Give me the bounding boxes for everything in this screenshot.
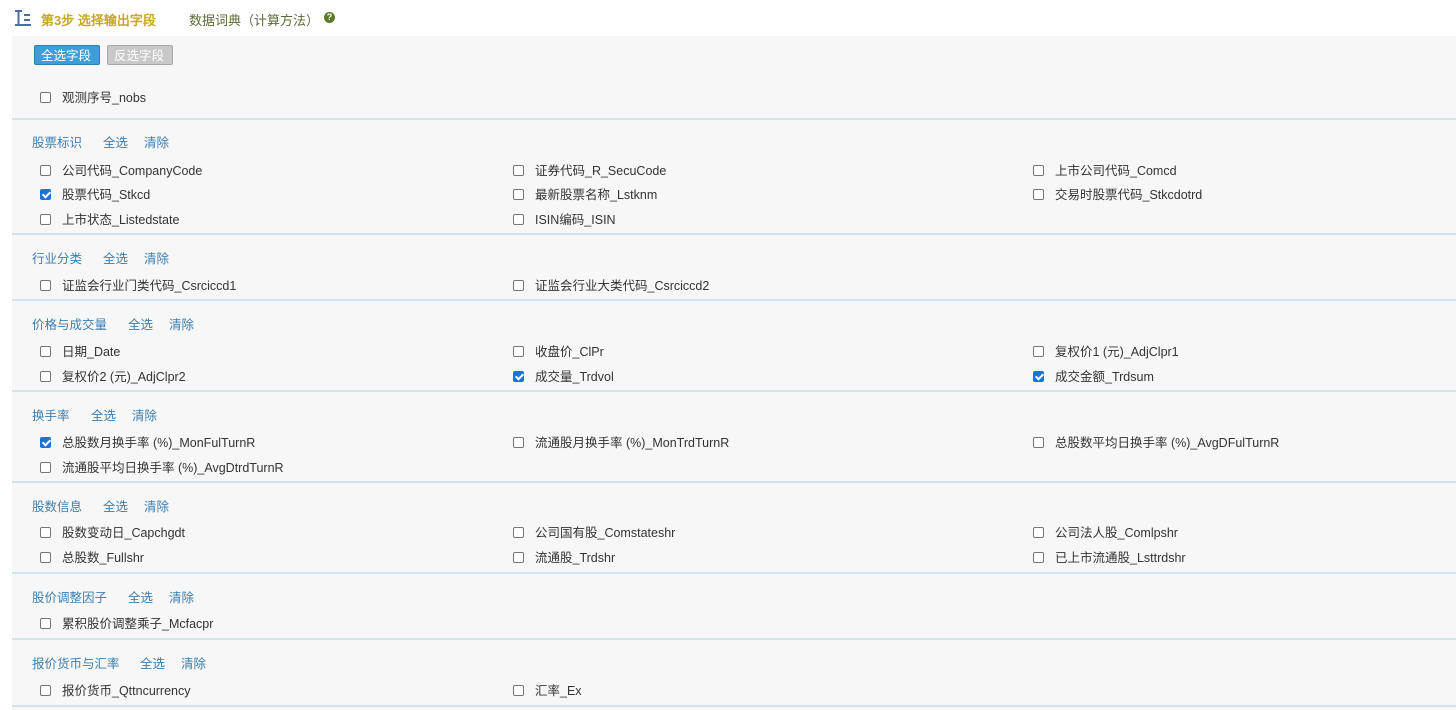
field-label: 已上市流通股_Lsttrdshr — [1055, 551, 1186, 565]
checkbox-checked[interactable] — [40, 437, 51, 448]
checkbox[interactable] — [513, 552, 524, 563]
field-label: 最新股票名称_Lstknm — [535, 188, 658, 202]
field-label: 股数变动日_Capchgdt — [62, 526, 185, 540]
field-label: 累积股价调整乘子_Mcfacpr — [62, 617, 214, 631]
field-label: 流通股月换手率 (%)_MonTrdTurnR — [535, 436, 730, 450]
field-label: 流通股平均日换手率 (%)_AvgDtrdTurnR — [62, 461, 284, 475]
checkbox[interactable] — [513, 280, 524, 291]
checkbox[interactable] — [513, 527, 524, 538]
checkbox[interactable] — [513, 685, 524, 696]
field-label: 成交金额_Trdsum — [1055, 370, 1154, 384]
group-title: 价格与成交量 — [32, 318, 108, 332]
data-dictionary-link[interactable]: 数据词典（计算方法） — [189, 10, 319, 29]
checkbox[interactable] — [40, 92, 51, 103]
field-label: 证监会行业门类代码_Csrciccd1 — [62, 279, 237, 293]
group-title: 报价货币与汇率 — [32, 657, 120, 671]
invert-fields-button[interactable]: 反选字段 — [107, 45, 173, 65]
group-clear-link[interactable]: 清除 — [144, 132, 169, 151]
checkbox[interactable] — [40, 214, 51, 225]
checkbox[interactable] — [1033, 527, 1044, 538]
field-label: 公司法人股_Comlpshr — [1055, 526, 1178, 540]
group-clear-link[interactable]: 清除 — [169, 587, 194, 606]
checkbox[interactable] — [513, 346, 524, 357]
field-label: ISIN编码_ISIN — [535, 213, 616, 227]
select-all-fields-button[interactable]: 全选字段 — [34, 45, 100, 65]
checkbox[interactable] — [40, 685, 51, 696]
field-label: 证监会行业大类代码_Csrciccd2 — [535, 279, 710, 293]
field-label: 交易时股票代码_Stkcdotrd — [1055, 188, 1203, 202]
checkbox[interactable] — [40, 552, 51, 563]
field-label: 流通股_Trdshr — [535, 551, 616, 565]
checkbox[interactable] — [40, 371, 51, 382]
checkbox[interactable] — [40, 618, 51, 629]
group-select-all-link[interactable]: 全选 — [103, 496, 128, 515]
checkbox[interactable] — [1033, 437, 1044, 448]
field-label: 股票代码_Stkcd — [62, 188, 151, 202]
group-divider — [12, 638, 1456, 640]
group-clear-link[interactable]: 清除 — [144, 248, 169, 267]
field-label: 证券代码_R_SecuCode — [535, 164, 667, 178]
group-title: 股票标识 — [32, 136, 83, 150]
group-select-all-link[interactable]: 全选 — [91, 405, 116, 424]
group-title: 股数信息 — [32, 500, 83, 514]
checkbox[interactable] — [40, 527, 51, 538]
step-header: 第3步 选择输出字段 数据词典（计算方法） ? — [0, 0, 1456, 36]
group-divider — [12, 572, 1456, 574]
group-title: 股价调整因子 — [32, 591, 108, 605]
field-label: 复权价2 (元)_AdjClpr2 — [62, 370, 186, 384]
help-icon[interactable]: ? — [324, 12, 335, 23]
checkbox[interactable] — [513, 437, 524, 448]
field-selection-panel: 全选字段 反选字段 观测序号_nobs 股票标识 全选 清除 公司代码_Company… — [12, 36, 1456, 710]
group-divider — [12, 390, 1456, 392]
group-select-all-link[interactable]: 全选 — [128, 587, 153, 606]
checkbox[interactable] — [513, 214, 524, 225]
field-label: 成交量_Trdvol — [535, 370, 614, 384]
group-select-all-link[interactable]: 全选 — [128, 314, 153, 333]
step-title: 第3步 选择输出字段 — [41, 13, 156, 28]
group-select-all-link[interactable]: 全选 — [103, 248, 128, 267]
checkbox-checked[interactable] — [1033, 371, 1044, 382]
checkbox[interactable] — [1033, 552, 1044, 563]
checkbox[interactable] — [40, 280, 51, 291]
checkbox[interactable] — [40, 346, 51, 357]
checkbox-checked[interactable] — [40, 189, 51, 200]
group-clear-link[interactable]: 清除 — [132, 405, 157, 424]
field-label: 总股数平均日换手率 (%)_AvgDFulTurnR — [1055, 436, 1280, 450]
group-title: 换手率 — [32, 409, 70, 423]
field-label: 日期_Date — [62, 345, 121, 359]
field-label: 上市状态_Listedstate — [62, 213, 180, 227]
group-clear-link[interactable]: 清除 — [144, 496, 169, 515]
checkbox[interactable] — [1033, 165, 1044, 176]
group-divider — [12, 705, 1456, 707]
checkbox[interactable] — [40, 165, 51, 176]
field-label: 观测序号_nobs — [62, 91, 147, 105]
text-format-icon — [15, 10, 31, 26]
checkbox[interactable] — [1033, 346, 1044, 357]
checkbox[interactable] — [1033, 189, 1044, 200]
checkbox-checked[interactable] — [513, 371, 524, 382]
group-clear-link[interactable]: 清除 — [181, 653, 206, 672]
group-divider — [12, 299, 1456, 301]
field-label: 总股数月换手率 (%)_MonFulTurnR — [62, 436, 256, 450]
field-label: 公司国有股_Comstateshr — [535, 526, 676, 540]
group-divider — [12, 233, 1456, 235]
group-select-all-link[interactable]: 全选 — [140, 653, 165, 672]
checkbox[interactable] — [40, 462, 51, 473]
group-select-all-link[interactable]: 全选 — [103, 132, 128, 151]
field-label: 复权价1 (元)_AdjClpr1 — [1055, 345, 1179, 359]
checkbox[interactable] — [513, 189, 524, 200]
field-label: 收盘价_ClPr — [535, 345, 604, 359]
field-label: 汇率_Ex — [535, 684, 582, 698]
checkbox[interactable] — [513, 165, 524, 176]
group-divider — [12, 118, 1456, 120]
field-label: 总股数_Fullshr — [62, 551, 144, 565]
field-label: 公司代码_CompanyCode — [62, 164, 203, 178]
field-label: 上市公司代码_Comcd — [1055, 164, 1177, 178]
group-clear-link[interactable]: 清除 — [169, 314, 194, 333]
group-title: 行业分类 — [32, 252, 83, 266]
field-label: 报价货币_Qttncurrency — [62, 684, 191, 698]
group-divider — [12, 481, 1456, 483]
